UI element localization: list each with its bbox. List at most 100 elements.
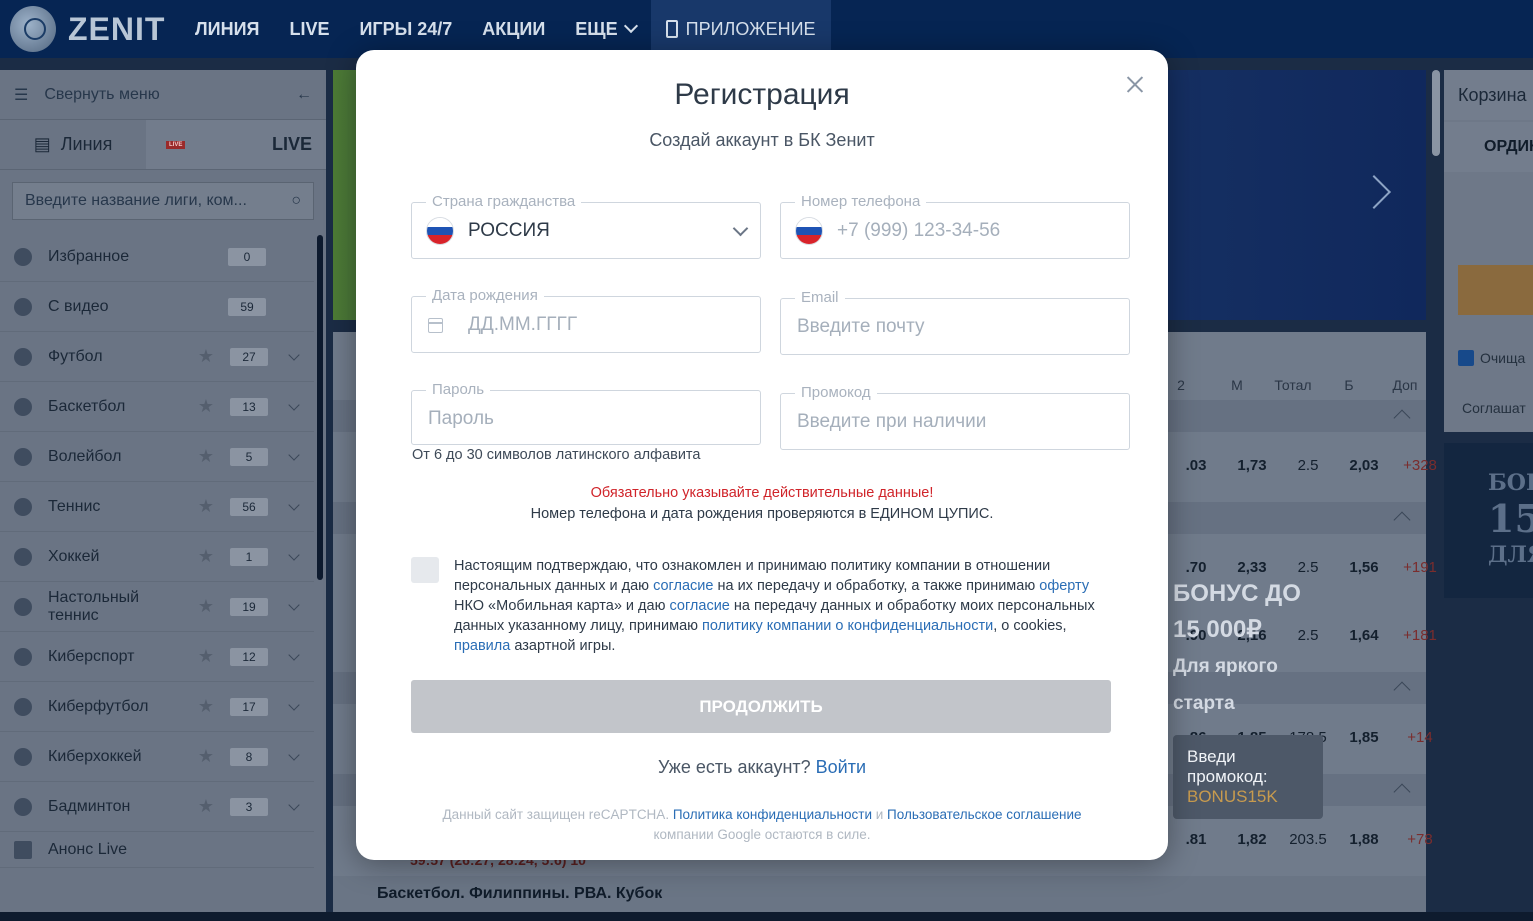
bet-slip-button[interactable] (1458, 265, 1533, 315)
odds-cell[interactable]: +328 (1392, 457, 1448, 474)
odds-cell[interactable]: 1,82 (1224, 831, 1280, 848)
clear-checkbox[interactable]: Очища (1458, 350, 1525, 366)
chevron-down-icon[interactable] (288, 398, 300, 411)
odds-cell[interactable]: 1,64 (1336, 627, 1392, 644)
password-field[interactable]: Пароль Пароль (411, 381, 761, 445)
favorite-star-icon[interactable]: ★ (198, 496, 214, 517)
odds-cell[interactable]: +78 (1392, 831, 1448, 848)
sidebar-item[interactable]: Баскетбол ★ 13 (0, 382, 314, 432)
sidebar-item-anons-live[interactable]: Анонс Live (0, 832, 314, 868)
sidebar-item[interactable]: Киберспорт ★ 12 (0, 632, 314, 682)
favorite-star-icon[interactable]: ★ (198, 796, 214, 817)
sidebar-item[interactable]: Теннис ★ 56 (0, 482, 314, 532)
right-promo-line-3: ДЛЯ (1488, 542, 1533, 568)
chevron-down-icon[interactable] (288, 348, 300, 361)
sidebar-item[interactable]: Настольный теннис ★ 19 (0, 582, 314, 632)
odds-cell[interactable]: +191 (1392, 559, 1448, 576)
odds-cell[interactable]: .81 (1168, 831, 1224, 848)
favorite-star-icon[interactable]: ★ (198, 396, 214, 417)
odds-cell[interactable]: 1,88 (1336, 831, 1392, 848)
sidebar-search-input[interactable]: Введите название лиги, ком... ○ (12, 182, 314, 220)
favorite-star-icon[interactable]: ★ (198, 346, 214, 367)
right-scrollbar[interactable] (1432, 70, 1440, 156)
email-field[interactable]: Email Введите почту (780, 289, 1130, 355)
sidebar-scrollbar[interactable] (317, 235, 323, 580)
sidebar-item[interactable]: Киберхоккей ★ 8 (0, 732, 314, 782)
sidebar-item[interactable]: Бадминтон ★ 3 (0, 782, 314, 832)
nav-app-label: ПРИЛОЖЕНИЕ (685, 18, 816, 39)
odds-cell[interactable]: 2.5 (1280, 627, 1336, 644)
email-placeholder: Введите почту (797, 316, 925, 337)
odds-cell[interactable]: 2.5 (1280, 559, 1336, 576)
section-basketball-philippines[interactable]: Баскетбол. Филиппины. РВА. Кубок (333, 876, 1426, 912)
continue-button[interactable]: ПРОДОЛЖИТЬ (411, 680, 1111, 733)
google-privacy-link[interactable]: Политика конфиденциальности (673, 807, 872, 822)
country-select[interactable]: Страна гражданства РОССИЯ (411, 193, 761, 259)
odds-cell[interactable]: 2.5 (1280, 457, 1336, 474)
odds-cell[interactable]: +14 (1392, 729, 1448, 746)
tab-live[interactable]: LIVE LIVE (146, 120, 326, 169)
right-promo-banner[interactable]: БОН 15 ДЛЯ (1444, 443, 1533, 598)
chevron-down-icon[interactable] (288, 798, 300, 811)
chevron-down-icon[interactable] (288, 748, 300, 761)
odds-cell[interactable]: +181 (1392, 627, 1448, 644)
sidebar-item[interactable]: Избранное 0 (0, 232, 314, 282)
count-badge: 12 (230, 647, 268, 666)
favorite-star-icon[interactable]: ★ (198, 746, 214, 767)
sidebar-item[interactable]: Хоккей ★ 1 (0, 532, 314, 582)
favorite-star-icon[interactable]: ★ (198, 596, 214, 617)
consent-link-2[interactable]: согласие (669, 598, 729, 614)
chevron-down-icon[interactable] (288, 598, 300, 611)
col-m: М (1231, 377, 1243, 393)
consent-link[interactable]: согласие (653, 578, 713, 594)
nav-line[interactable]: ЛИНИЯ (180, 0, 274, 58)
privacy-policy-link[interactable]: политику компании о конфиденциальности (702, 618, 993, 634)
captcha-text: и (872, 807, 888, 822)
odds-cell[interactable]: .03 (1168, 457, 1224, 474)
search-icon: ○ (291, 192, 301, 209)
chevron-down-icon[interactable] (288, 698, 300, 711)
sidebar-item[interactable]: С видео 59 (0, 282, 314, 332)
odds-cell[interactable]: 2,03 (1336, 457, 1392, 474)
odds-cell[interactable]: 1,73 (1224, 457, 1280, 474)
odds-cell[interactable]: 203.5 (1280, 831, 1336, 848)
offer-link[interactable]: оферту (1039, 578, 1089, 594)
count-badge: 17 (230, 697, 268, 716)
odds-cell[interactable]: .70 (1168, 559, 1224, 576)
nav-live[interactable]: LIVE (274, 0, 344, 58)
sidebar-item-label: Киберспорт (48, 647, 135, 665)
favorite-star-icon[interactable]: ★ (198, 546, 214, 567)
odds-cell[interactable]: 1,56 (1336, 559, 1392, 576)
sidebar-item[interactable]: Киберфутбол ★ 17 (0, 682, 314, 732)
collapse-menu-button[interactable]: ☰ Свернуть меню ← (0, 70, 326, 120)
favorite-star-icon[interactable]: ★ (198, 646, 214, 667)
promo-code-field[interactable]: Промокод Введите при наличии (780, 384, 1130, 450)
sidebar-tabs: ▤ Линия LIVE LIVE (0, 120, 326, 170)
favorite-star-icon[interactable]: ★ (198, 696, 214, 717)
sidebar-item-label: С видео (48, 297, 109, 315)
phone-field[interactable]: Номер телефона +7 (999) 123-34-56 (780, 193, 1130, 259)
zenit-logo[interactable]: ZENIT (0, 0, 180, 58)
favorite-star-icon[interactable]: ★ (198, 446, 214, 467)
bottom-scrollbar[interactable] (0, 912, 1533, 921)
chevron-down-icon[interactable] (288, 498, 300, 511)
login-link[interactable]: Войти (816, 757, 866, 777)
sidebar-item[interactable]: Футбол ★ 27 (0, 332, 314, 382)
tab-line[interactable]: ▤ Линия (0, 120, 146, 169)
tab-single[interactable]: ОРДИН (1444, 122, 1533, 172)
sidebar-item[interactable]: Волейбол ★ 5 (0, 432, 314, 482)
odds-cell[interactable]: 1,85 (1336, 729, 1392, 746)
promo-line-2: 15 000₽ (1173, 616, 1262, 643)
google-terms-link[interactable]: Пользовательское соглашение (887, 807, 1081, 822)
chevron-down-icon[interactable] (288, 548, 300, 561)
chevron-down-icon[interactable] (288, 648, 300, 661)
agree-checkbox[interactable] (411, 557, 439, 583)
agree-label: Соглашат (1462, 400, 1526, 416)
rules-link[interactable]: правила (454, 638, 510, 654)
promo-code-box: Введи промокод: BONUS15K (1173, 735, 1323, 819)
country-value: РОССИЯ (468, 220, 550, 241)
chevron-right-icon[interactable] (1357, 175, 1391, 209)
odds-cell[interactable]: 2,33 (1224, 559, 1280, 576)
birth-date-field[interactable]: Дата рождения ДД.ММ.ГГГГ (411, 287, 761, 353)
chevron-down-icon[interactable] (288, 448, 300, 461)
